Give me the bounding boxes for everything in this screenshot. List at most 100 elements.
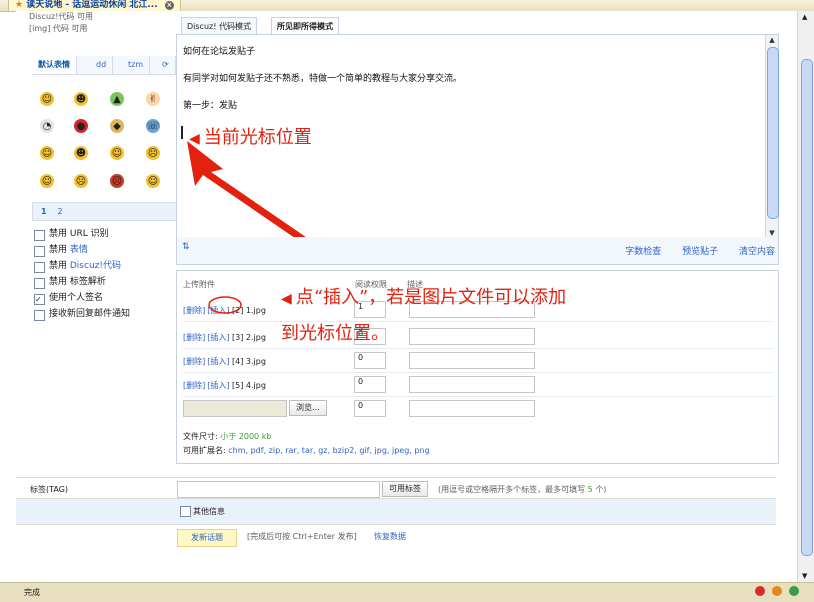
insert-annotation-line-2: 到光标位置。	[281, 323, 389, 344]
tab-discuz-code-mode[interactable]: Discuz! 代码模式	[181, 17, 257, 35]
editor-line-1: 如何在论坛发贴子	[183, 47, 256, 57]
option-disable-discuz-code[interactable]: 禁用 Discuz!代码	[34, 258, 130, 274]
phone-icon[interactable]: ☏	[146, 119, 160, 133]
editor-actions: 字数检查 预览贴子 清空内容	[607, 244, 775, 257]
delete-link[interactable]: [删除]	[183, 357, 205, 366]
status-icons	[751, 586, 799, 599]
tag-row: 标签(TAG) 可用标签 (用逗号或空格隔开多个标签，最多可填写 5 个)	[16, 477, 776, 499]
option-email-notify[interactable]: 接收新回复邮件通知	[34, 306, 130, 322]
more-icon[interactable]: ⟳	[156, 56, 176, 74]
permission-input[interactable]: 0	[354, 400, 386, 417]
wink-icon[interactable]: ☺	[40, 146, 54, 160]
status-text: 完成	[24, 588, 40, 597]
checkbox[interactable]	[34, 278, 45, 289]
sad-icon[interactable]: ☹	[146, 146, 160, 160]
preview-button[interactable]: 预览贴子	[682, 247, 718, 257]
publish-button[interactable]: 发新话题	[177, 529, 237, 547]
text-cursor	[181, 126, 183, 139]
cheer-icon[interactable]: ☺	[40, 174, 54, 188]
angry-icon[interactable]: ☹	[110, 174, 124, 188]
delete-link[interactable]: [删除]	[183, 306, 205, 315]
close-icon[interactable]: ×	[164, 1, 174, 10]
permission-input[interactable]: 0	[354, 352, 386, 369]
editor-left-panel: Discuz!代码 可用 [img] 代码 可用 默认表情 dd tzm ⟳ ☺…	[16, 11, 186, 481]
editor-scroll-thumb[interactable]	[767, 47, 779, 219]
checkbox[interactable]	[34, 310, 45, 321]
tab-title: 读天说地 - 话逗运动休闲 北江...	[26, 0, 158, 10]
smile-icon[interactable]: ☺	[40, 92, 54, 106]
clear-content-button[interactable]: 清空内容	[739, 247, 775, 257]
checkbox[interactable]	[34, 246, 45, 257]
editor-content: 如何在论坛发贴子 有同学对如何发贴子还不熟悉，特做一个简单的教程与大家分享交流。…	[183, 45, 758, 126]
status-bar: 完成	[0, 582, 814, 602]
file-name: [3] 2.jpg	[232, 333, 266, 342]
delete-link[interactable]: [删除]	[183, 381, 205, 390]
option-disable-smilies[interactable]: 禁用 表情	[34, 242, 130, 258]
left-arrow-icon: ◀	[281, 291, 292, 307]
upload-row: [删除] [插入] [5] 4.jpg 0	[183, 372, 773, 397]
description-input[interactable]	[409, 352, 535, 369]
file-name: [5] 4.jpg	[232, 381, 266, 390]
option-use-signature[interactable]: 使用个人签名	[34, 290, 130, 308]
file-size-info: 文件尺寸: 小于 2000 kb	[183, 432, 272, 441]
page-2-link[interactable]: 2	[57, 207, 62, 216]
frog-icon[interactable]: ▲	[110, 92, 124, 106]
restore-data-link[interactable]: 恢复数据	[374, 531, 406, 542]
checkbox-checked[interactable]	[34, 292, 45, 308]
scroll-up-icon[interactable]: ▲	[766, 35, 778, 45]
browse-button[interactable]: 浏览...	[289, 400, 327, 416]
description-input[interactable]	[409, 376, 535, 393]
shy-icon[interactable]: ☺	[146, 174, 160, 188]
option-disable-url[interactable]: 禁用 URL 识别	[34, 226, 130, 242]
available-tags-button[interactable]: 可用标签	[382, 481, 428, 497]
word-count-button[interactable]: 字数检查	[625, 247, 661, 257]
other-info-checkbox[interactable]	[180, 506, 191, 517]
grin-icon[interactable]: ☻	[74, 146, 88, 160]
page-scrollbar[interactable]: ▲ ▼	[797, 11, 814, 582]
description-input[interactable]	[409, 328, 535, 345]
tag-input[interactable]	[177, 481, 380, 498]
site-icon: ★	[15, 0, 24, 10]
insert-highlight-ellipse	[208, 296, 242, 314]
editor-toolbar: ⇅ 字数检查 预览贴子 清空内容	[176, 237, 779, 265]
file-path-input[interactable]	[183, 400, 287, 417]
tab-tzm[interactable]: tzm	[122, 56, 151, 74]
insert-link[interactable]: [插入]	[207, 381, 229, 390]
checkbox[interactable]	[34, 230, 45, 241]
gift-icon[interactable]: ◆	[110, 119, 124, 133]
checkbox[interactable]	[34, 262, 45, 273]
discuz-code-hint: Discuz!代码 可用	[29, 12, 93, 21]
tab-wysiwyg-mode[interactable]: 所见即所得模式	[271, 17, 339, 35]
adblock-icon[interactable]	[755, 586, 766, 596]
upload-row: [删除] [插入] [4] 3.jpg 0	[183, 348, 773, 373]
other-info-label: 其他信息	[193, 507, 225, 516]
insert-link[interactable]: [插入]	[207, 333, 229, 342]
victory-hand-icon[interactable]: ✌	[146, 92, 160, 106]
tag-hint: (用逗号或空格隔开多个标签，最多可填写 5 个)	[438, 485, 607, 494]
firefox-icon[interactable]	[772, 586, 783, 596]
upload-header: 上传附件	[183, 280, 215, 289]
laugh-icon[interactable]: ☻	[74, 92, 88, 106]
tab-dd[interactable]: dd	[90, 56, 114, 74]
option-disable-tag-parse[interactable]: 禁用 标签解析	[34, 274, 130, 290]
page-scroll-thumb[interactable]	[801, 59, 813, 556]
permission-input[interactable]: 0	[354, 376, 386, 393]
lips-icon[interactable]: ●	[74, 119, 88, 133]
img-code-hint: [img] 代码 可用	[29, 24, 88, 33]
cry-icon[interactable]: ☹	[74, 174, 88, 188]
editor-area[interactable]: 如何在论坛发贴子 有同学对如何发贴子还不熟悉，特做一个简单的教程与大家分享交流。…	[176, 34, 779, 260]
upload-row: [删除] [插入] [3] 2.jpg 0	[183, 324, 773, 349]
editor-scrollbar[interactable]: ▲ ▼	[765, 35, 779, 238]
happy-icon[interactable]: ☺	[110, 146, 124, 160]
resize-icon[interactable]: ⇅	[182, 242, 190, 252]
editor-line-2: 有同学对如何发贴子还不熟悉，特做一个简单的教程与大家分享交流。	[183, 74, 463, 84]
scroll-up-icon[interactable]: ▲	[802, 13, 807, 21]
download-icon[interactable]	[789, 586, 799, 596]
scroll-down-icon[interactable]: ▼	[802, 572, 807, 580]
description-input[interactable]	[409, 400, 535, 417]
delete-link[interactable]: [删除]	[183, 333, 205, 342]
clock-icon[interactable]: ◔	[40, 119, 54, 133]
insert-link[interactable]: [插入]	[207, 357, 229, 366]
page-1-link[interactable]: 1	[41, 207, 47, 216]
tab-default-emoticons[interactable]: 默认表情	[32, 56, 77, 74]
